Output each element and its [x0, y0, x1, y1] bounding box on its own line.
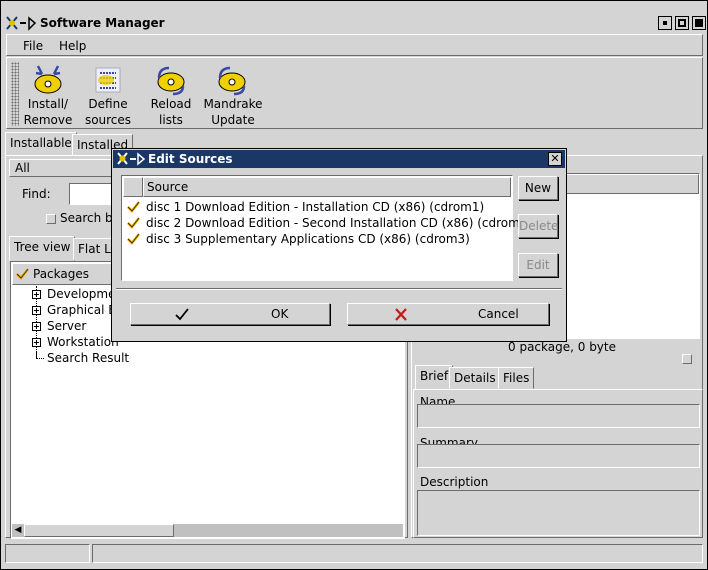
app-icon [6, 16, 37, 31]
check-icon [16, 268, 29, 280]
dialog-title: Edit Sources [148, 152, 233, 166]
install-remove-button[interactable]: Install/ Remove [19, 60, 77, 130]
dialog-icon [117, 152, 146, 166]
mandrake-update-button[interactable]: Mandrake Update [203, 60, 263, 130]
scroll-thumb[interactable] [24, 524, 174, 537]
cancel-label: Cancel [478, 307, 519, 321]
reload-lists-button[interactable]: Reload lists [142, 60, 200, 130]
name-field [417, 404, 700, 428]
cancel-x-icon [395, 308, 407, 321]
check-icon[interactable] [127, 201, 140, 213]
edit-sources-dialog: Edit Sources ✕ Source disc 1 Download Ed… [111, 148, 567, 342]
ok-label: OK [271, 307, 289, 321]
define-sources-button[interactable]: Define sources [79, 60, 137, 130]
install-remove-label: Install/ Remove [23, 97, 73, 127]
toolbar: Install/ Remove Define sources Reload li… [6, 57, 703, 129]
define-sources-label: Define sources [84, 97, 132, 127]
close-window-button[interactable] [692, 16, 706, 30]
edit-button[interactable]: Edit [518, 253, 558, 277]
mandrake-update-label: Mandrake Update [203, 97, 263, 127]
dialog-title-bar[interactable]: Edit Sources ✕ [113, 150, 565, 168]
menu-bar: File Help [6, 34, 703, 56]
description-label: Description [420, 475, 489, 489]
tab-flat-list[interactable]: Flat L [73, 238, 116, 260]
filter-value: All [15, 161, 30, 175]
title-bar[interactable]: Software Manager [2, 14, 706, 34]
statusbar-right [92, 544, 703, 563]
tab-installable[interactable]: Installable [5, 132, 77, 156]
tab-tree-view[interactable]: Tree view [9, 236, 76, 261]
sources-list-header: Source [123, 177, 511, 197]
maximize-button[interactable] [675, 16, 689, 30]
ok-check-icon [175, 308, 189, 321]
check-icon[interactable] [127, 233, 140, 245]
horizontal-scrollbar[interactable]: ◀ [12, 524, 403, 537]
find-label: Find: [22, 187, 51, 201]
header-check-column[interactable] [123, 177, 143, 197]
tab-brief[interactable]: Brief [415, 365, 454, 390]
sources-icon [95, 67, 121, 93]
dialog-close-button[interactable]: ✕ [548, 152, 562, 166]
menu-file[interactable]: File [23, 39, 43, 53]
update-icon [218, 66, 246, 96]
status-text: 0 package, 0 byte [508, 340, 616, 354]
source-label: disc 1 Download Edition - Installation C… [146, 200, 485, 214]
source-row[interactable]: disc 1 Download Edition - Installation C… [123, 200, 511, 216]
search-checkbox[interactable] [46, 214, 56, 224]
expand-icon[interactable] [32, 290, 41, 299]
delete-button[interactable]: Delete [518, 214, 558, 238]
window-title: Software Manager [40, 16, 165, 30]
expand-icon[interactable] [32, 322, 41, 331]
reload-lists-label: Reload lists [150, 97, 192, 127]
statusbar-left [5, 544, 90, 563]
toolbar-grip[interactable] [11, 62, 19, 126]
pane-resize-handle[interactable] [682, 354, 692, 364]
minimize-button[interactable] [658, 16, 672, 30]
source-row[interactable]: disc 2 Download Edition - Second Install… [123, 216, 532, 232]
description-field [417, 490, 700, 536]
filter-dropdown[interactable]: All [9, 159, 119, 177]
tab-details[interactable]: Details [449, 367, 501, 389]
install-icon [34, 65, 62, 94]
tab-files[interactable]: Files [498, 367, 535, 389]
cancel-button[interactable]: Cancel [347, 303, 549, 325]
new-button[interactable]: New [518, 176, 558, 200]
reload-icon [157, 66, 185, 96]
expand-icon[interactable] [32, 306, 41, 315]
menu-help[interactable]: Help [59, 39, 86, 53]
source-row[interactable]: disc 3 Supplementary Applications CD (x8… [123, 232, 511, 248]
header-source-column[interactable]: Source [143, 177, 511, 197]
source-label: disc 2 Download Edition - Second Install… [146, 216, 533, 230]
packages-header-label: Packages [33, 267, 89, 281]
check-icon[interactable] [127, 217, 140, 229]
dialog-separator [116, 288, 562, 290]
ok-button[interactable]: OK [130, 303, 330, 325]
source-label: disc 3 Supplementary Applications CD (x8… [146, 232, 470, 246]
search-checkbox-label: Search b [60, 211, 113, 225]
expand-icon[interactable] [32, 338, 41, 347]
summary-field [417, 444, 700, 468]
scroll-left-icon[interactable]: ◀ [12, 524, 24, 537]
sources-list[interactable]: Source disc 1 Download Edition - Install… [121, 175, 532, 281]
